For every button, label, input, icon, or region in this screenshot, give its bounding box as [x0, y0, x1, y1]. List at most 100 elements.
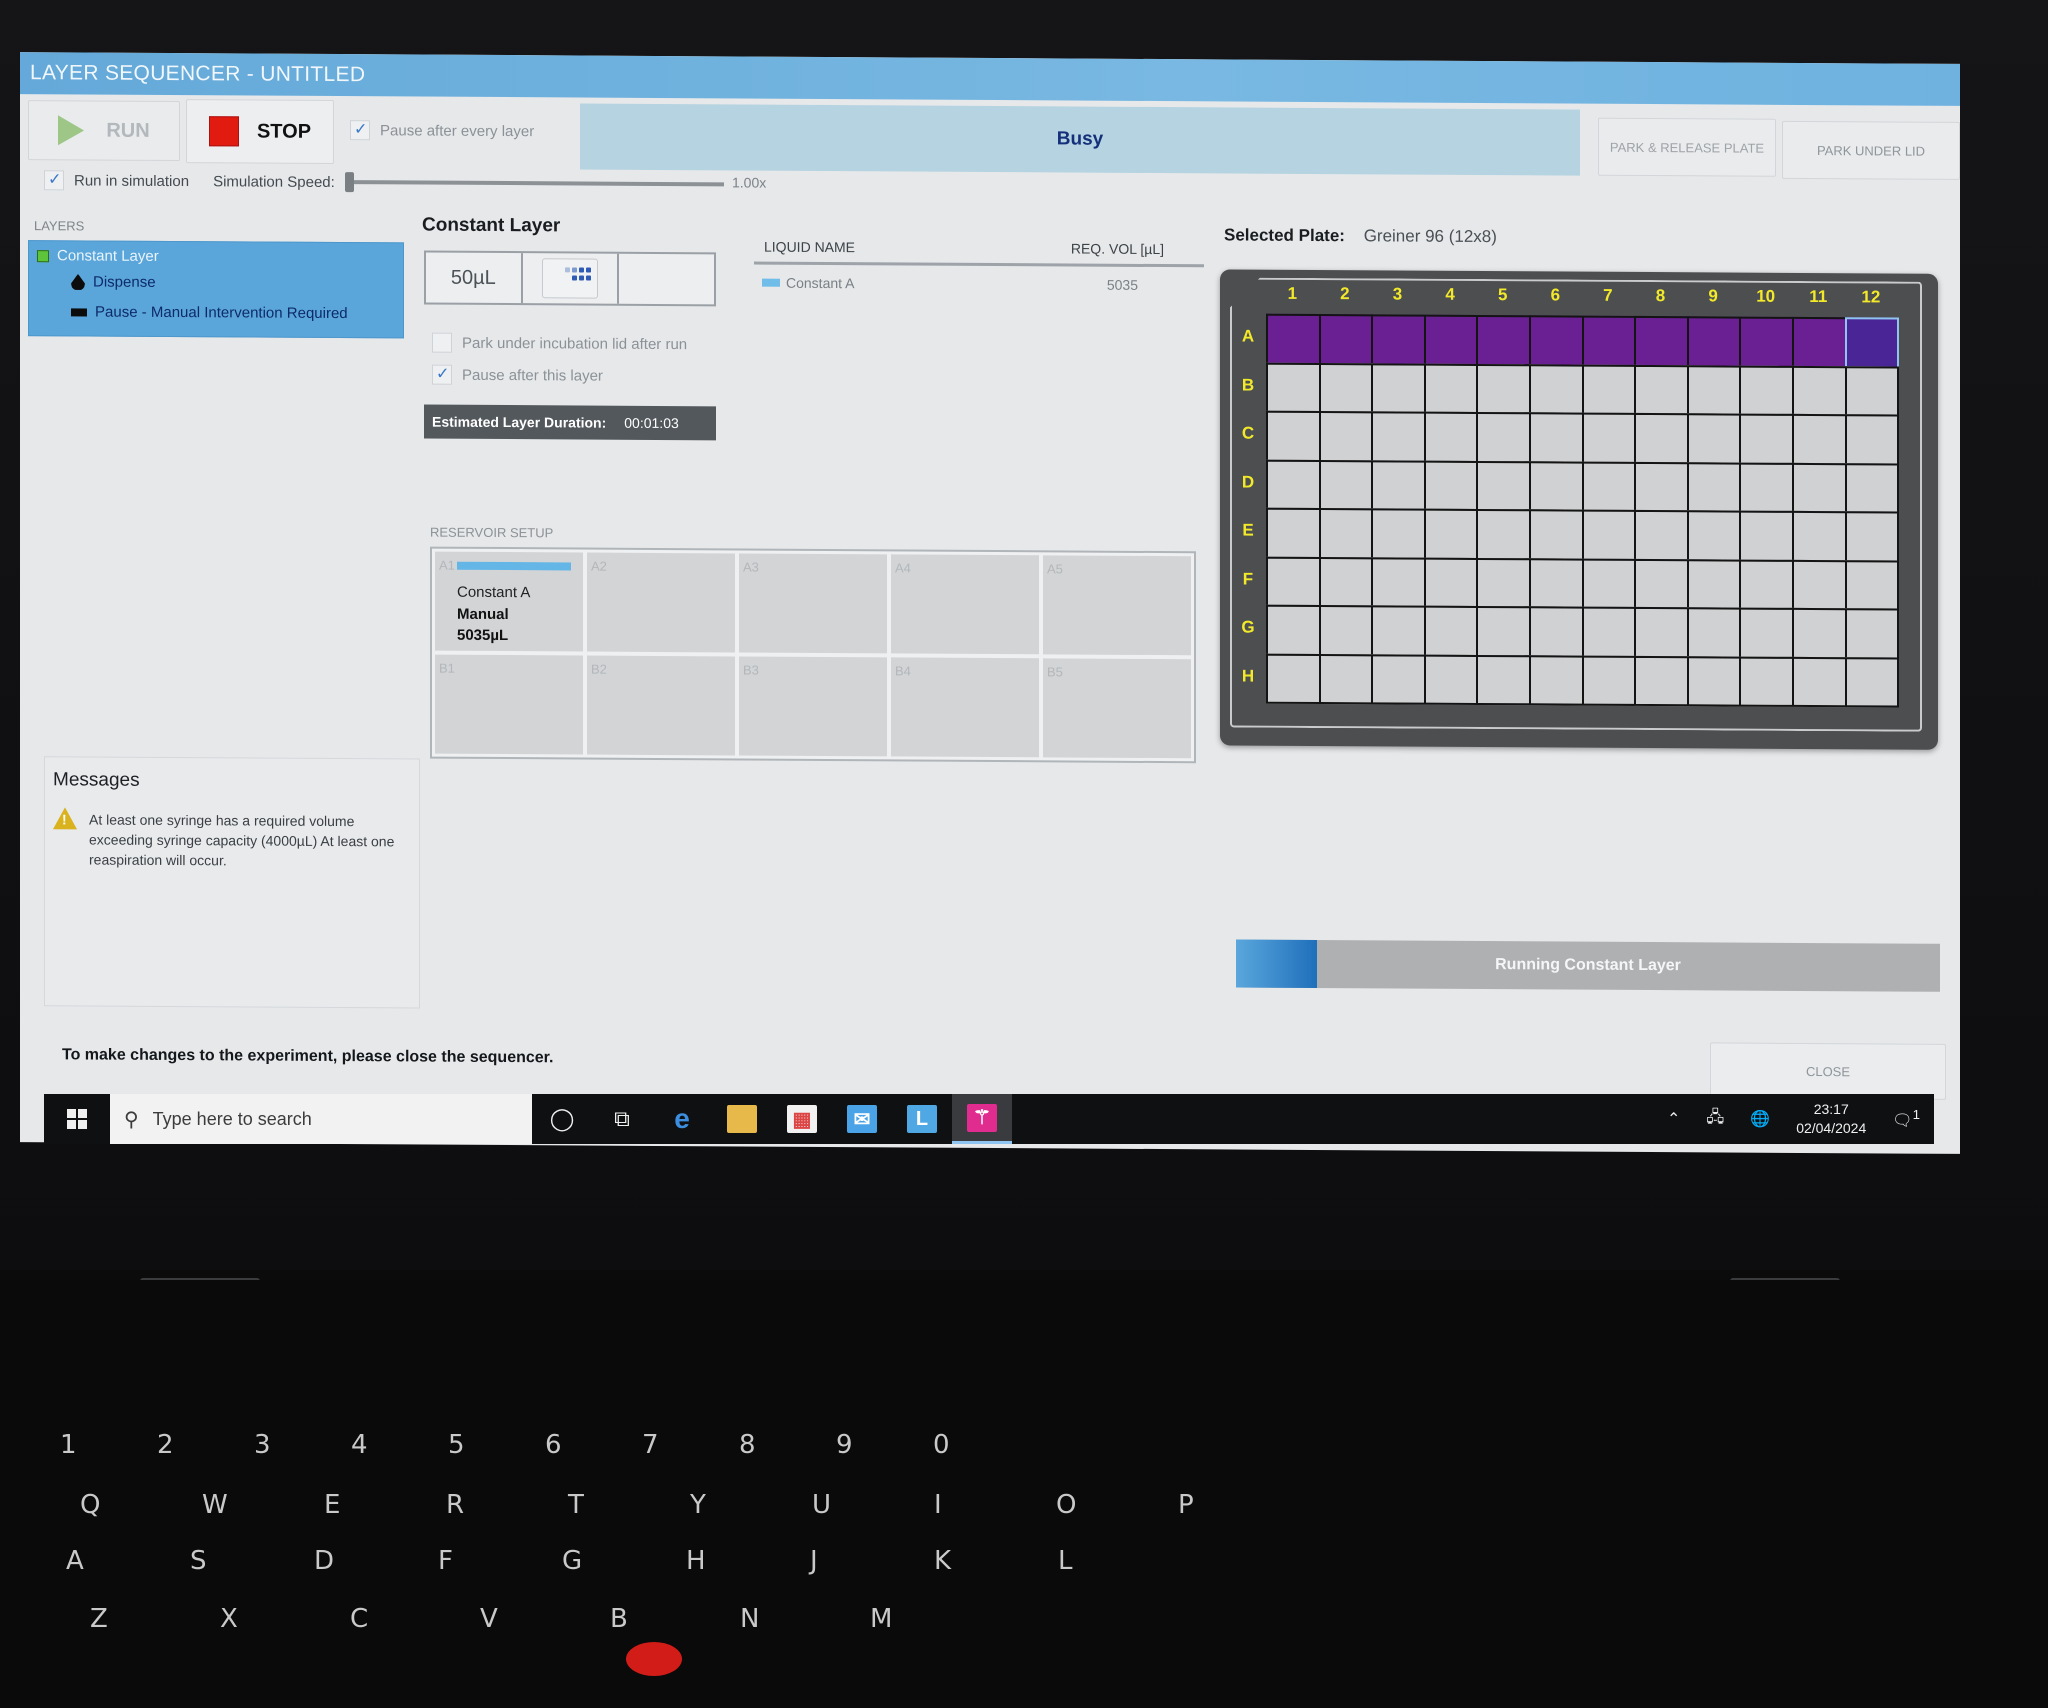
plate-well-G12[interactable]	[1844, 608, 1900, 660]
plate-well-D3[interactable]	[1371, 459, 1426, 511]
plate-well-G10[interactable]	[1739, 607, 1794, 659]
plate-well-F4[interactable]	[1423, 557, 1479, 608]
plate-well-G7[interactable]	[1581, 606, 1637, 658]
plate-row-label[interactable]: E	[1238, 521, 1258, 541]
plate-well-A11[interactable]	[1792, 316, 1847, 368]
plate-column-label[interactable]: 5	[1476, 285, 1529, 305]
plate-well-E5[interactable]	[1476, 508, 1531, 560]
reservoir-cell[interactable]: B5	[1043, 658, 1191, 759]
plate-well-H10[interactable]	[1739, 656, 1794, 707]
plate-well-H1[interactable]	[1266, 653, 1321, 705]
plate-well-A8[interactable]	[1634, 315, 1689, 367]
plate-well-C11[interactable]	[1792, 413, 1847, 465]
plate-well-B1[interactable]	[1266, 362, 1321, 414]
plate-well-B7[interactable]	[1581, 364, 1637, 415]
plate-well-H7[interactable]	[1581, 655, 1637, 706]
plate-well-H2[interactable]	[1318, 653, 1374, 705]
plate-row-label[interactable]: A	[1238, 327, 1258, 347]
cortana-icon[interactable]: ◯	[532, 1094, 592, 1144]
chevron-up-icon[interactable]: ⌃	[1667, 1109, 1680, 1129]
sequencer-app-icon[interactable]: ⚚	[952, 1094, 1012, 1144]
l-app-icon[interactable]: L	[892, 1094, 952, 1144]
plate-well-D2[interactable]	[1318, 459, 1374, 511]
plate-well-C6[interactable]	[1529, 412, 1584, 464]
mail-icon[interactable]: ✉	[832, 1094, 892, 1144]
plate-well-D11[interactable]	[1792, 462, 1847, 514]
plate-well-E2[interactable]	[1318, 508, 1374, 559]
plate-well-F9[interactable]	[1686, 558, 1742, 610]
pause-after-layer-option[interactable]: Pause after this layer	[432, 364, 603, 386]
close-button[interactable]: CLOSE	[1710, 1042, 1946, 1100]
reservoir-cell[interactable]: A2	[587, 552, 735, 653]
plate-well-B4[interactable]	[1423, 363, 1479, 414]
plate-well-C7[interactable]	[1581, 412, 1637, 464]
plate-column-label[interactable]: 4	[1424, 285, 1477, 305]
clock[interactable]: 23:17 02/04/2024	[1796, 1100, 1866, 1138]
plate-well-H3[interactable]	[1371, 653, 1426, 705]
file-explorer-icon[interactable]	[712, 1094, 772, 1144]
plate-well-A6[interactable]	[1529, 315, 1584, 367]
layer-item-dispense[interactable]: Dispense	[71, 273, 156, 291]
plate-well-H6[interactable]	[1529, 654, 1584, 706]
plate-well-F12[interactable]	[1844, 559, 1900, 611]
start-button[interactable]	[44, 1094, 110, 1144]
plate-well-G9[interactable]	[1686, 607, 1742, 659]
plate-well-D12[interactable]	[1844, 462, 1900, 514]
plate-well-A7[interactable]	[1581, 315, 1637, 367]
plate-well-B5[interactable]	[1476, 363, 1531, 415]
plate-well-H9[interactable]	[1686, 655, 1742, 707]
plate-well-E12[interactable]	[1844, 511, 1900, 563]
plate-well-C12[interactable]	[1844, 414, 1900, 466]
plate-column-label[interactable]: 10	[1739, 287, 1792, 307]
plate-well-A5[interactable]	[1476, 314, 1531, 366]
plate-column-label[interactable]: 9	[1687, 286, 1740, 306]
plate-well-C1[interactable]	[1266, 410, 1321, 462]
volume-tile[interactable]: 50µL	[426, 252, 523, 304]
task-view-icon[interactable]: ⧉	[592, 1094, 652, 1144]
plate-well-A10[interactable]	[1739, 316, 1794, 368]
plate-well-F2[interactable]	[1318, 556, 1374, 608]
store-icon[interactable]: ▦	[772, 1094, 832, 1144]
plate-well-E4[interactable]	[1423, 508, 1479, 560]
plate-well-B11[interactable]	[1792, 365, 1847, 417]
run-in-simulation-checkbox[interactable]	[44, 170, 64, 191]
plate-row-label[interactable]: D	[1238, 472, 1258, 492]
empty-tile[interactable]	[619, 254, 714, 305]
plate-well-D5[interactable]	[1476, 460, 1531, 512]
plate-well-D1[interactable]	[1266, 459, 1321, 511]
plate-well-A4[interactable]	[1423, 314, 1479, 366]
plate-well-D7[interactable]	[1581, 461, 1637, 512]
plate-well-C3[interactable]	[1371, 411, 1426, 463]
reservoir-cell[interactable]: A3	[739, 553, 887, 654]
plate-well-A3[interactable]	[1371, 314, 1426, 366]
plate-well-D9[interactable]	[1686, 461, 1742, 513]
plate-column-label[interactable]: 2	[1319, 284, 1372, 304]
liquid-row[interactable]: Constant A 5035	[754, 275, 1204, 293]
layers-list[interactable]: Constant Layer Dispense Pause - Manual I…	[28, 240, 404, 339]
plate-well-E8[interactable]	[1634, 509, 1689, 561]
plate-row-label[interactable]: C	[1238, 424, 1258, 444]
plate-well-H12[interactable]	[1844, 656, 1900, 708]
plate-column-label[interactable]: 3	[1371, 284, 1424, 304]
plate-well-F3[interactable]	[1371, 556, 1426, 608]
plate-well-H8[interactable]	[1634, 655, 1689, 707]
plate-well-F1[interactable]	[1266, 556, 1321, 608]
plate-well-E7[interactable]	[1581, 509, 1637, 561]
plate-well-A12[interactable]	[1844, 317, 1900, 369]
plate-well-G5[interactable]	[1476, 605, 1531, 657]
plate-well-E10[interactable]	[1739, 510, 1794, 562]
plate-well-G6[interactable]	[1529, 606, 1584, 658]
plate-well-C4[interactable]	[1423, 411, 1479, 463]
pause-after-layer-checkbox[interactable]	[432, 364, 452, 385]
plate-column-label[interactable]: 6	[1529, 285, 1582, 305]
plate-well-B6[interactable]	[1529, 363, 1584, 415]
park-lid-after-run-checkbox[interactable]	[432, 332, 452, 353]
plate-well-B8[interactable]	[1634, 364, 1689, 416]
globe-icon[interactable]: 🌐	[1750, 1109, 1770, 1129]
plate-well-H4[interactable]	[1423, 654, 1479, 705]
plate-well-B10[interactable]	[1739, 365, 1794, 416]
simulation-speed-slider[interactable]	[350, 180, 724, 187]
plate-row-label[interactable]: B	[1238, 375, 1258, 395]
park-lid-after-run-option[interactable]: Park under incubation lid after run	[432, 332, 687, 355]
plate-well-G11[interactable]	[1792, 607, 1847, 659]
